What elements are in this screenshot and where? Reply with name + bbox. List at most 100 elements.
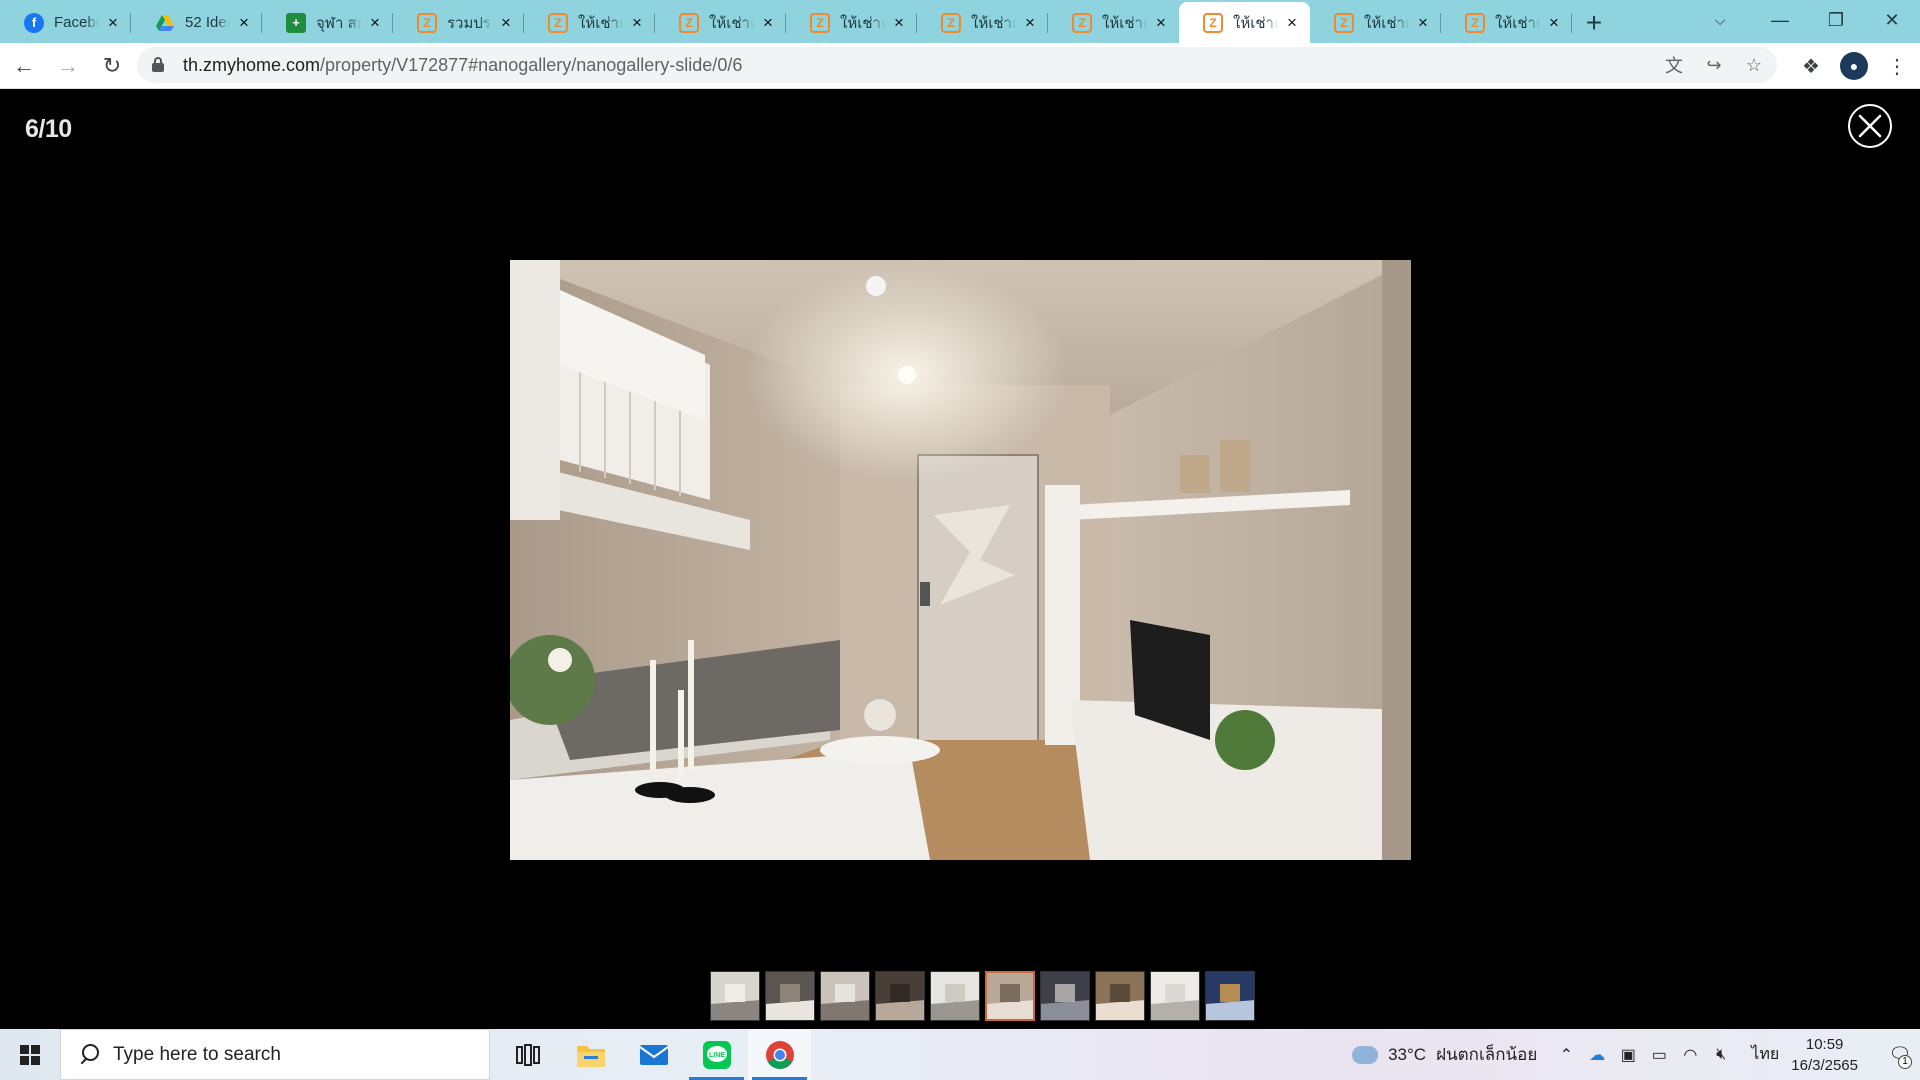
browser-tab[interactable]: Z รวมประกาศ × xyxy=(393,2,524,43)
chrome-icon xyxy=(765,1040,794,1069)
folder-icon xyxy=(576,1045,605,1067)
start-button[interactable] xyxy=(0,1029,60,1080)
url-text[interactable]: th.zmyhome.com/property/V172877#nanogall… xyxy=(183,55,742,76)
gallery-thumbnail[interactable] xyxy=(1040,971,1090,1021)
onedrive-cloud-icon[interactable]: ☁ xyxy=(1588,1045,1606,1065)
close-tab-icon[interactable]: × xyxy=(891,14,907,31)
browser-tab[interactable]: 52 Ideas × xyxy=(131,2,262,43)
gallery-thumbnail[interactable] xyxy=(1095,971,1145,1021)
close-tab-icon[interactable]: × xyxy=(1284,14,1300,31)
facebook-icon: f xyxy=(24,12,44,33)
gallery-thumbnail[interactable] xyxy=(710,971,760,1021)
show-hidden-icons-chevron-icon[interactable]: ⌃ xyxy=(1557,1045,1575,1065)
close-tab-icon[interactable]: × xyxy=(1415,14,1431,31)
translate-icon[interactable]: 文 xyxy=(1663,52,1685,78)
meet-now-icon[interactable]: ▣ xyxy=(1619,1045,1637,1065)
zmyhome-icon: Z xyxy=(679,12,699,33)
extensions-puzzle-icon[interactable]: ❖ xyxy=(1798,53,1824,79)
zmyhome-icon: Z xyxy=(1203,12,1223,33)
close-window-button[interactable]: ✕ xyxy=(1864,0,1920,40)
browser-tab[interactable]: Z ให้เช่าคอนโด × xyxy=(917,2,1048,43)
new-tab-button[interactable]: + xyxy=(1572,2,1616,43)
address-bar[interactable]: th.zmyhome.com/property/V172877#nanogall… xyxy=(137,47,1777,83)
gallery-thumbnail[interactable] xyxy=(1205,971,1255,1021)
zmyhome-icon: Z xyxy=(548,12,568,33)
url-host: th.zmyhome.com xyxy=(183,54,321,75)
battery-icon[interactable]: ▭ xyxy=(1650,1045,1668,1065)
gallery-thumbnail[interactable] xyxy=(820,971,870,1021)
browser-tab[interactable]: Z ให้เช่าคอนโด × xyxy=(524,2,655,43)
file-explorer-button[interactable] xyxy=(559,1029,622,1080)
zmyhome-icon: Z xyxy=(1334,12,1354,33)
close-tab-icon[interactable]: × xyxy=(629,14,645,31)
close-icon xyxy=(1858,114,1882,138)
close-gallery-button[interactable] xyxy=(1848,104,1892,148)
bathroom-photo xyxy=(766,972,814,1020)
notification-center-button[interactable]: 🗨︎ 1 xyxy=(1880,1029,1920,1080)
bed-detail-photo xyxy=(876,972,924,1020)
forward-button[interactable]: → xyxy=(48,46,88,86)
line-app-button[interactable]: LINE xyxy=(685,1029,748,1080)
tab-title: ให้เช่าคอนโด xyxy=(840,14,885,32)
close-tab-icon[interactable]: × xyxy=(1022,14,1038,31)
tab-title: ให้เช่าคอนโด xyxy=(971,14,1016,32)
gallery-thumbnail[interactable] xyxy=(1150,971,1200,1021)
browser-tab[interactable]: Z ให้เช่าคอนโด × xyxy=(786,2,917,43)
gallery-thumbnail[interactable] xyxy=(875,971,925,1021)
browser-tab[interactable]: Z ให้เช่าคอนโด × xyxy=(1441,2,1572,43)
close-tab-icon[interactable]: × xyxy=(105,14,121,31)
close-tab-icon[interactable]: × xyxy=(1546,14,1562,31)
chrome-app-button[interactable] xyxy=(748,1029,811,1080)
task-view-button[interactable] xyxy=(496,1029,559,1080)
browser-tab[interactable]: Z ให้เช่าคอนโด × xyxy=(655,2,786,43)
main-photo[interactable] xyxy=(510,260,1411,860)
living-room-photo-image xyxy=(510,260,1411,860)
weather-temperature: 33°C xyxy=(1388,1044,1427,1064)
back-button[interactable]: ← xyxy=(4,46,44,86)
clock-time: 10:59 xyxy=(1805,1035,1844,1053)
input-language-indicator[interactable]: ไทย xyxy=(1751,1042,1779,1067)
restore-button[interactable]: ❐ xyxy=(1808,0,1864,40)
mail-button[interactable] xyxy=(622,1029,685,1080)
zmyhome-icon: Z xyxy=(417,12,437,33)
close-tab-icon[interactable]: × xyxy=(367,14,383,31)
bookmark-star-icon[interactable]: ☆ xyxy=(1743,55,1765,76)
tab-title: ให้เช่าคอนโด xyxy=(1495,14,1540,32)
building-exterior-photo xyxy=(1206,972,1254,1020)
browser-tab[interactable]: Z ให้เช่าคอนโด × xyxy=(1179,2,1310,43)
volume-muted-icon[interactable]: 🔇︎ xyxy=(1712,1046,1730,1064)
line-icon: LINE xyxy=(702,1040,731,1069)
wifi-icon[interactable]: ◠ xyxy=(1681,1045,1699,1065)
close-tab-icon[interactable]: × xyxy=(1153,14,1169,31)
bedroom-photo xyxy=(711,972,759,1020)
clock[interactable]: 10:59 16/3/2565 xyxy=(1791,1034,1858,1076)
task-view-icon xyxy=(515,1043,540,1066)
close-tab-icon[interactable]: × xyxy=(498,14,514,31)
weather-condition: ฝนตกเล็กน้อย xyxy=(1436,1045,1538,1064)
lock-icon[interactable] xyxy=(151,57,165,73)
gallery-lightbox: 6/10 xyxy=(0,89,1920,1029)
browser-tab[interactable]: f Facebook × xyxy=(0,2,131,43)
system-tray: 33°C ฝนตกเล็กน้อย ⌃ ☁ ▣ ▭ ◠ 🔇︎ ไทย 10:59… xyxy=(1352,1029,1920,1080)
gallery-thumbnail[interactable] xyxy=(930,971,980,1021)
tab-title: รวมประกาศ xyxy=(447,14,492,32)
close-tab-icon[interactable]: × xyxy=(760,14,776,31)
share-icon[interactable]: ↪ xyxy=(1703,55,1725,76)
profile-avatar[interactable]: ● xyxy=(1840,52,1868,80)
reload-button[interactable]: ↻ xyxy=(92,46,132,86)
gallery-thumbnail[interactable] xyxy=(985,971,1035,1021)
menu-kebab-icon[interactable]: ⋮ xyxy=(1884,53,1910,79)
tab-search-chevron-icon[interactable]: ⌵ xyxy=(1706,6,1734,34)
minimize-button[interactable]: — xyxy=(1752,0,1808,40)
close-tab-icon[interactable]: × xyxy=(236,14,252,31)
taskbar-search-box[interactable]: Type here to search xyxy=(60,1029,490,1080)
browser-tab[interactable]: Z ให้เช่าคอนโด × xyxy=(1310,2,1441,43)
browser-tab[interactable]: Z ให้เช่าคอนโด × xyxy=(1048,2,1179,43)
browser-tab[interactable]: + จุฬา สยาม × xyxy=(262,2,393,43)
tab-title: 52 Ideas xyxy=(185,14,230,31)
tab-title: ให้เช่าคอนโด xyxy=(1233,14,1278,32)
gallery-thumbnail[interactable] xyxy=(765,971,815,1021)
tab-title: จุฬา สยาม xyxy=(316,14,361,32)
google-sheets-icon: + xyxy=(286,12,306,33)
weather-widget[interactable]: 33°C ฝนตกเล็กน้อย xyxy=(1352,1041,1537,1068)
